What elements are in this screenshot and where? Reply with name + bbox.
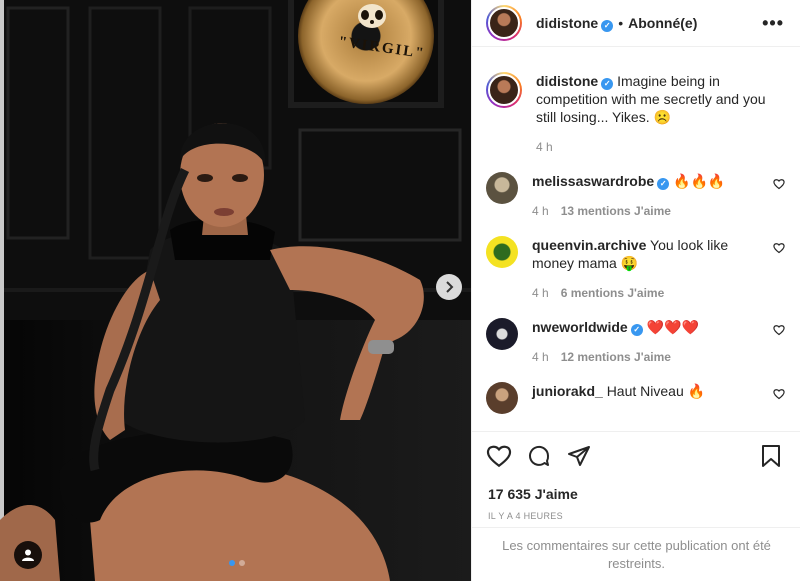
comment-time: 4 h bbox=[532, 204, 549, 218]
user-icon bbox=[22, 549, 34, 561]
caption-time: 4 h bbox=[536, 140, 553, 154]
commenter-avatar[interactable] bbox=[486, 236, 518, 268]
like-heart-icon[interactable] bbox=[486, 444, 512, 468]
post-caption: didistone ✓ Imagine being in competition … bbox=[472, 72, 800, 156]
comment-likes[interactable]: 13 mentions J'aime bbox=[561, 202, 671, 220]
carousel-indicator bbox=[229, 560, 245, 566]
comment-likes[interactable]: 12 mentions J'aime bbox=[561, 348, 671, 366]
like-comment-heart-icon[interactable] bbox=[773, 324, 785, 336]
next-image-button[interactable] bbox=[436, 274, 462, 300]
commenter-avatar[interactable] bbox=[486, 318, 518, 350]
separator-bullet: • bbox=[618, 15, 624, 31]
carousel-dot-active bbox=[229, 560, 235, 566]
comment-item: juniorakd_ Haut Niveau 🔥 bbox=[472, 382, 800, 414]
chevron-right-icon bbox=[446, 281, 454, 293]
caption-avatar[interactable] bbox=[486, 72, 522, 108]
follow-status[interactable]: Abonné(e) bbox=[628, 15, 697, 31]
post-details-panel: didistone ✓ • Abonné(e) ••• didistone ✓ Im… bbox=[471, 0, 800, 581]
like-comment-heart-icon[interactable] bbox=[773, 388, 785, 400]
post-likes-count[interactable]: 17 635 J'aime bbox=[488, 486, 578, 502]
comment-icon[interactable] bbox=[527, 444, 551, 468]
comment-username[interactable]: melissaswardrobe ✓ bbox=[532, 173, 670, 190]
caption-username[interactable]: didistone ✓ bbox=[536, 73, 614, 90]
carousel-dot bbox=[239, 560, 245, 566]
tagged-users-button[interactable] bbox=[14, 541, 42, 569]
like-comment-heart-icon[interactable] bbox=[773, 242, 785, 254]
more-options-icon[interactable]: ••• bbox=[762, 13, 784, 34]
author-username[interactable]: didistone ✓ bbox=[536, 15, 614, 32]
comments-list[interactable]: didistone ✓ Imagine being in competition … bbox=[472, 48, 800, 430]
comment-likes[interactable]: 6 mentions J'aime bbox=[561, 284, 665, 302]
commenter-avatar[interactable] bbox=[486, 382, 518, 414]
comment-username[interactable]: juniorakd_ bbox=[532, 383, 603, 399]
author-avatar[interactable] bbox=[486, 5, 522, 41]
share-paper-plane-icon[interactable] bbox=[567, 444, 591, 468]
comment-time: 4 h bbox=[532, 350, 549, 364]
verified-badge-icon: ✓ bbox=[601, 19, 614, 32]
comment-item: nweworldwide ✓ ❤️❤️❤️ 4 h 12 mentions J'a… bbox=[472, 318, 800, 366]
post-header: didistone ✓ • Abonné(e) ••• bbox=[472, 0, 800, 47]
verified-badge-icon: ✓ bbox=[657, 178, 670, 190]
save-bookmark-icon[interactable] bbox=[760, 444, 782, 468]
like-comment-heart-icon[interactable] bbox=[773, 178, 785, 190]
commenter-avatar[interactable] bbox=[486, 172, 518, 204]
comment-username[interactable]: nweworldwide ✓ bbox=[532, 319, 643, 336]
comment-username[interactable]: queenvin.archive bbox=[532, 237, 646, 253]
comment-text: 🔥🔥🔥 bbox=[673, 173, 726, 189]
comment-item: melissaswardrobe ✓ 🔥🔥🔥 4 h 13 mentions J'… bbox=[472, 172, 800, 220]
post-photo[interactable]: "VIRGIL" bbox=[0, 0, 471, 581]
comment-text: Haut Niveau 🔥 bbox=[606, 383, 706, 399]
post-actions-bar bbox=[472, 431, 800, 483]
comments-restricted-notice: Les commentaires sur cette publication o… bbox=[472, 527, 800, 581]
comment-text: ❤️❤️❤️ bbox=[646, 319, 699, 335]
verified-badge-icon: ✓ bbox=[601, 78, 614, 90]
comment-time: 4 h bbox=[532, 286, 549, 300]
verified-badge-icon: ✓ bbox=[630, 324, 643, 336]
comment-item: queenvin.archive You look like money mam… bbox=[472, 236, 800, 302]
post-timestamp[interactable]: IL Y A 4 HEURES bbox=[488, 511, 563, 521]
